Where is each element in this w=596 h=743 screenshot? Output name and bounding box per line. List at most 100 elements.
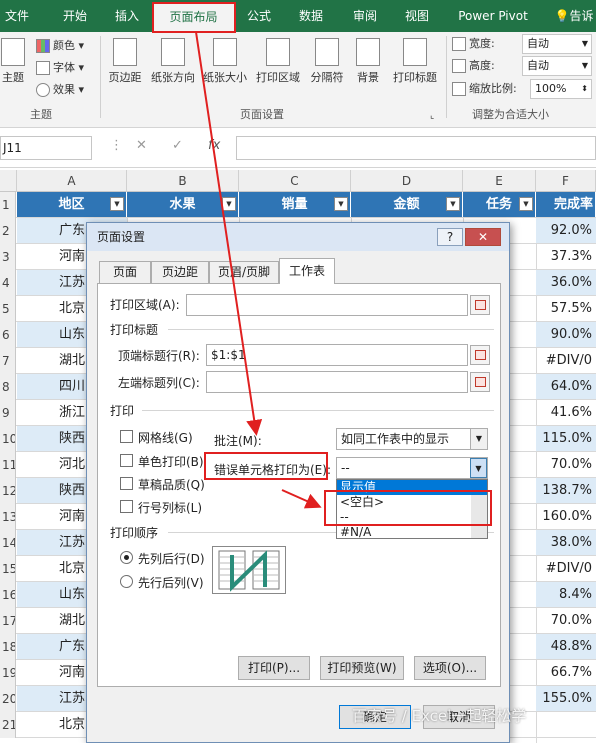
cell-completion-rate[interactable]: 90.0% <box>536 322 596 347</box>
row-number[interactable]: 6 <box>0 322 16 348</box>
cell-completion-rate[interactable]: 115.0% <box>536 426 596 451</box>
cell-completion-rate[interactable]: 155.0% <box>536 686 596 711</box>
row-number[interactable]: 20 <box>0 686 16 712</box>
tab-power-pivot[interactable]: Power Pivot <box>452 0 534 32</box>
column-header-b[interactable]: B <box>127 170 239 192</box>
left-cols-input[interactable] <box>206 371 468 393</box>
print-titles-button[interactable]: 打印标题 <box>388 38 442 85</box>
row-number[interactable]: 9 <box>0 400 16 426</box>
tab-insert[interactable]: 插入 <box>102 0 152 32</box>
cell-completion-rate[interactable]: 66.7% <box>536 660 596 685</box>
column-header-a[interactable]: A <box>17 170 127 192</box>
confirm-icon[interactable]: ✓ <box>172 138 183 153</box>
gridlines-checkbox[interactable] <box>120 430 133 443</box>
height-select[interactable]: 自动 ▼ <box>522 56 592 76</box>
tab-margins[interactable]: 页边距 <box>151 261 209 283</box>
dropdown-option[interactable]: #N/A <box>337 525 487 540</box>
cell-completion-rate[interactable]: 38.0% <box>536 530 596 555</box>
mono-checkbox[interactable] <box>120 454 133 467</box>
dropdown-option[interactable]: -- <box>337 510 487 525</box>
row-number[interactable]: 4 <box>0 270 16 296</box>
effects-button[interactable]: 效果 ▾ <box>36 80 84 100</box>
cancel-icon[interactable]: ✕ <box>136 138 147 153</box>
row-number[interactable]: 10 <box>0 426 16 452</box>
row-number[interactable]: 21 <box>0 712 16 738</box>
themes-button[interactable]: 主题 <box>0 38 26 85</box>
row-number[interactable]: 15 <box>0 556 16 582</box>
orientation-button[interactable]: 纸张方向 <box>148 38 198 85</box>
filter-dropdown-icon[interactable]: ▼ <box>519 197 533 211</box>
help-button[interactable]: ? <box>437 228 463 246</box>
cell-completion-rate[interactable]: 92.0% <box>536 218 596 243</box>
row-number[interactable]: 16 <box>0 582 16 608</box>
width-select[interactable]: 自动 ▼ <box>522 34 592 54</box>
collapse-dialog-icon[interactable] <box>470 372 490 392</box>
row-number[interactable]: 5 <box>0 296 16 322</box>
fonts-button[interactable]: 字体 ▾ <box>36 58 84 78</box>
column-header-c[interactable]: C <box>239 170 351 192</box>
row-number[interactable]: 14 <box>0 530 16 556</box>
column-header-d[interactable]: D <box>351 170 463 192</box>
column-header-e[interactable]: E <box>463 170 536 192</box>
margins-button[interactable]: 页边距 <box>104 38 146 85</box>
cell-completion-rate[interactable]: #DIV/0 <box>536 348 596 373</box>
row-number[interactable]: 7 <box>0 348 16 374</box>
name-box[interactable]: J11 <box>0 136 92 160</box>
formula-input[interactable] <box>236 136 596 160</box>
row-number[interactable]: 3 <box>0 244 16 270</box>
tab-page[interactable]: 页面 <box>99 261 151 283</box>
size-button[interactable]: 纸张大小 <box>200 38 250 85</box>
row-number[interactable]: 12 <box>0 478 16 504</box>
row-number[interactable]: 2 <box>0 218 16 244</box>
errors-select[interactable]: -- ▼ <box>336 457 488 479</box>
row-number[interactable]: 11 <box>0 452 16 478</box>
dropdown-option[interactable]: 显示值 <box>337 480 487 495</box>
row-number[interactable]: 13 <box>0 504 16 530</box>
dropdown-option[interactable]: <空白> <box>337 495 487 510</box>
row-number[interactable]: 17 <box>0 608 16 634</box>
filter-dropdown-icon[interactable]: ▼ <box>110 197 124 211</box>
close-button[interactable]: ✕ <box>465 228 501 246</box>
cell-completion-rate[interactable] <box>536 712 596 737</box>
cell-completion-rate[interactable]: 48.8% <box>536 634 596 659</box>
cell-completion-rate[interactable]: 70.0% <box>536 452 596 477</box>
background-button[interactable]: 背景 <box>352 38 384 85</box>
cell-completion-rate[interactable]: 57.5% <box>536 296 596 321</box>
scale-spinner[interactable]: 100% ⬍ <box>530 79 592 99</box>
print-area-button[interactable]: 打印区域 <box>252 38 304 85</box>
draft-checkbox[interactable] <box>120 477 133 490</box>
tab-data[interactable]: 数据 <box>288 0 334 32</box>
cell-completion-rate[interactable]: 41.6% <box>536 400 596 425</box>
options-button[interactable]: 选项(O)... <box>414 656 486 680</box>
colors-button[interactable]: 颜色 ▾ <box>36 36 84 56</box>
tab-header-footer[interactable]: 页眉/页脚 <box>209 261 279 283</box>
tab-page-layout[interactable]: 页面布局 <box>152 3 235 32</box>
comments-select[interactable]: 如同工作表中的显示 ▼ <box>336 428 488 450</box>
tab-view[interactable]: 视图 <box>394 0 440 32</box>
dropdown-scrollbar[interactable] <box>471 495 487 538</box>
column-header-f[interactable]: F <box>536 170 596 192</box>
tab-tell-me[interactable]: 💡告诉 <box>552 0 596 32</box>
down-then-over-radio[interactable] <box>120 551 133 564</box>
cell-completion-rate[interactable]: 36.0% <box>536 270 596 295</box>
page-setup-launcher-icon[interactable]: ⌞ <box>430 106 434 126</box>
collapse-dialog-icon[interactable] <box>470 295 490 315</box>
cell-completion-rate[interactable]: 37.3% <box>536 244 596 269</box>
filter-dropdown-icon[interactable]: ▼ <box>334 197 348 211</box>
collapse-dialog-icon[interactable] <box>470 345 490 365</box>
row-col-headers-checkbox[interactable] <box>120 500 133 513</box>
filter-dropdown-icon[interactable]: ▼ <box>446 197 460 211</box>
row-number[interactable]: 18 <box>0 634 16 660</box>
tab-review[interactable]: 审阅 <box>342 0 388 32</box>
tab-home[interactable]: 开始 <box>50 0 100 32</box>
cell-completion-rate[interactable]: 70.0% <box>536 608 596 633</box>
top-rows-input[interactable]: $1:$1 <box>206 344 468 366</box>
over-then-down-radio[interactable] <box>120 575 133 588</box>
tab-sheet[interactable]: 工作表 <box>279 258 335 284</box>
row-number[interactable]: 1 <box>0 192 16 218</box>
breaks-button[interactable]: 分隔符 <box>306 38 348 85</box>
cell-completion-rate[interactable]: 8.4% <box>536 582 596 607</box>
row-number[interactable]: 19 <box>0 660 16 686</box>
filter-dropdown-icon[interactable]: ▼ <box>222 197 236 211</box>
cell-completion-rate[interactable]: 64.0% <box>536 374 596 399</box>
